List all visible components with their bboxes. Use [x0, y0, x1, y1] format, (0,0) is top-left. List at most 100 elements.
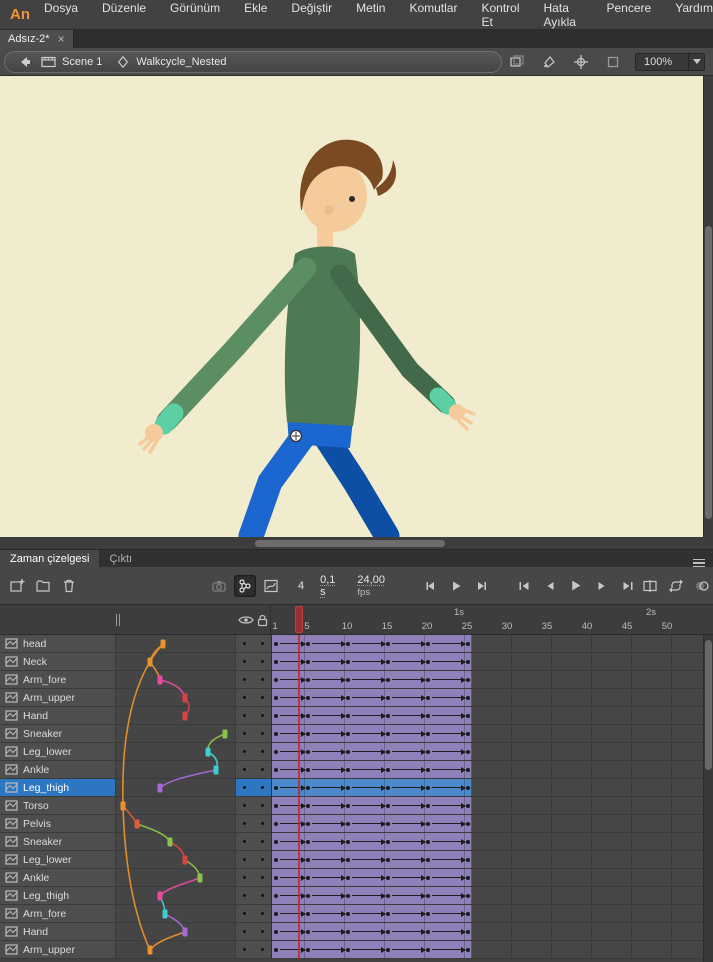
frames-cell[interactable]	[271, 833, 713, 851]
keyframe-dot[interactable]	[274, 677, 278, 682]
keyframe-dot[interactable]	[306, 767, 310, 772]
onion-skin-button[interactable]	[691, 575, 713, 597]
menu-ekle[interactable]: Ekle	[244, 1, 267, 29]
keyframe-dot[interactable]	[386, 803, 390, 808]
lock-dot[interactable]	[254, 887, 272, 904]
frames-cell[interactable]	[271, 635, 713, 653]
keyframe-dot[interactable]	[466, 875, 470, 880]
keyframe-dot[interactable]	[426, 875, 430, 880]
lock-dot[interactable]	[254, 761, 272, 778]
column-resize-handle[interactable]	[116, 614, 120, 626]
snap-button[interactable]	[603, 52, 623, 72]
keyframe-dot[interactable]	[274, 641, 278, 646]
playhead-marker[interactable]	[295, 606, 303, 633]
registration-grid-button[interactable]	[571, 52, 591, 72]
lock-dot[interactable]	[254, 833, 272, 850]
keyframe-dot[interactable]	[274, 749, 278, 754]
tween-span[interactable]	[272, 671, 472, 688]
visibility-dot[interactable]	[236, 725, 254, 742]
center-frame-button[interactable]	[639, 575, 661, 597]
keyframe-dot[interactable]	[274, 785, 278, 790]
frames-cell[interactable]	[271, 905, 713, 923]
lock-dot[interactable]	[254, 743, 272, 760]
frames-cell[interactable]	[271, 941, 713, 959]
keyframe-dot[interactable]	[274, 767, 278, 772]
lock-dot[interactable]	[254, 797, 272, 814]
keyframe-dot[interactable]	[306, 929, 310, 934]
lock-dot[interactable]	[254, 869, 272, 886]
keyframe-dot[interactable]	[466, 677, 470, 682]
frames-cell[interactable]	[271, 815, 713, 833]
menu-dosya[interactable]: Dosya	[44, 1, 78, 29]
keyframe-dot[interactable]	[346, 839, 350, 844]
keyframe-dot[interactable]	[274, 893, 278, 898]
frames-cell[interactable]	[271, 689, 713, 707]
camera-button[interactable]	[208, 575, 230, 597]
lock-dot[interactable]	[254, 905, 272, 922]
visibility-dot[interactable]	[236, 689, 254, 706]
keyframe-dot[interactable]	[466, 929, 470, 934]
visibility-dot[interactable]	[236, 905, 254, 922]
lock-dot[interactable]	[254, 653, 272, 670]
visibility-dot[interactable]	[236, 923, 254, 940]
keyframe-dot[interactable]	[306, 893, 310, 898]
keyframe-dot[interactable]	[346, 893, 350, 898]
keyframe-dot[interactable]	[306, 947, 310, 952]
next-keyframe-button[interactable]	[591, 575, 613, 597]
keyframe-dot[interactable]	[306, 821, 310, 826]
tween-span[interactable]	[272, 635, 472, 652]
frames-cell[interactable]	[271, 797, 713, 815]
previous-keyframe-button[interactable]	[539, 575, 561, 597]
layer-name-cell[interactable]: Leg_thigh	[0, 779, 115, 797]
frames-cell[interactable]	[271, 851, 713, 869]
keyframe-dot[interactable]	[346, 911, 350, 916]
step-forward-button[interactable]	[471, 575, 493, 597]
tween-span[interactable]	[272, 851, 472, 868]
keyframe-dot[interactable]	[466, 713, 470, 718]
keyframe-dot[interactable]	[466, 821, 470, 826]
keyframe-dot[interactable]	[466, 857, 470, 862]
keyframe-dot[interactable]	[466, 893, 470, 898]
stage-horizontal-scrollbar[interactable]	[0, 537, 713, 550]
keyframe-dot[interactable]	[306, 875, 310, 880]
keyframe-dot[interactable]	[274, 947, 278, 952]
keyframe-dot[interactable]	[306, 803, 310, 808]
layer-name-cell[interactable]: Sneaker	[0, 725, 115, 743]
layer-name-cell[interactable]: Arm_upper	[0, 941, 115, 959]
go-to-last-frame-button[interactable]	[617, 575, 639, 597]
keyframe-dot[interactable]	[386, 749, 390, 754]
keyframe-dot[interactable]	[426, 767, 430, 772]
keyframe-dot[interactable]	[386, 875, 390, 880]
tween-span[interactable]	[272, 707, 472, 724]
keyframe-dot[interactable]	[306, 659, 310, 664]
keyframe-dot[interactable]	[466, 803, 470, 808]
keyframe-dot[interactable]	[466, 749, 470, 754]
keyframe-dot[interactable]	[466, 659, 470, 664]
keyframe-dot[interactable]	[274, 659, 278, 664]
keyframe-dot[interactable]	[346, 749, 350, 754]
keyframe-dot[interactable]	[346, 929, 350, 934]
scene-breadcrumb[interactable]: Scene 1	[62, 56, 102, 68]
keyframe-dot[interactable]	[426, 803, 430, 808]
keyframe-dot[interactable]	[426, 911, 430, 916]
keyframe-dot[interactable]	[346, 803, 350, 808]
new-folder-button[interactable]	[32, 575, 54, 597]
visibility-dot[interactable]	[236, 797, 254, 814]
keyframe-dot[interactable]	[274, 911, 278, 916]
visibility-dot[interactable]	[236, 815, 254, 832]
timeline-scrollbar[interactable]	[703, 635, 713, 962]
go-to-first-frame-button[interactable]	[513, 575, 535, 597]
visibility-column-icon[interactable]	[238, 614, 254, 626]
layer-name-cell[interactable]: head	[0, 635, 115, 653]
menu-komutlar[interactable]: Komutlar	[409, 1, 457, 29]
visibility-dot[interactable]	[236, 743, 254, 760]
layer-name-cell[interactable]: Hand	[0, 923, 115, 941]
layer-name-cell[interactable]: Arm_upper	[0, 689, 115, 707]
layer-name-cell[interactable]: Hand	[0, 707, 115, 725]
stage-vertical-scrollbar[interactable]	[703, 76, 713, 537]
tab-close-icon[interactable]: ×	[58, 33, 65, 45]
visibility-dot[interactable]	[236, 671, 254, 688]
elapsed-time-readout[interactable]: 0,1 s	[320, 574, 335, 598]
keyframe-dot[interactable]	[274, 731, 278, 736]
lock-dot[interactable]	[254, 707, 272, 724]
